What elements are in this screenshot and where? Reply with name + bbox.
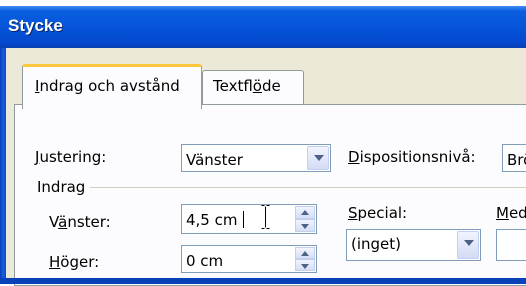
by-input[interactable] <box>496 229 526 261</box>
alignment-select[interactable]: Vänster <box>181 144 331 172</box>
indent-left-value: 4,5 cm <box>186 211 238 229</box>
text-caret <box>243 211 244 228</box>
spin-down-button[interactable] <box>295 259 315 271</box>
spin-up-down-icon[interactable] <box>295 247 315 271</box>
spin-up-button[interactable] <box>295 247 315 259</box>
window-title: Stycke <box>8 16 63 35</box>
special-label: Special: <box>348 204 408 222</box>
spin-down-button[interactable] <box>295 219 315 232</box>
window-frame-bottom <box>0 278 526 284</box>
chevron-down-icon[interactable] <box>307 146 329 170</box>
indent-group-label: Indrag <box>37 178 86 196</box>
tab-text-flow[interactable]: Textflöde <box>202 70 304 104</box>
indent-right-value: 0 cm <box>186 252 224 270</box>
tab-label: Textflöde <box>213 77 281 95</box>
indent-right-label: Höger: <box>49 253 100 271</box>
tab-label: Indrag och avstånd <box>35 77 180 95</box>
title-bar[interactable]: Stycke <box>0 6 526 48</box>
window-frame-left <box>0 48 6 284</box>
by-label: Med <box>496 204 526 222</box>
special-value: (inget) <box>351 235 402 253</box>
alignment-label: Justering: <box>35 148 107 166</box>
tab-indents-and-spacing[interactable]: Indrag och avstånd <box>22 64 202 109</box>
group-divider <box>90 187 526 188</box>
indent-right-input[interactable]: 0 cm <box>181 245 317 273</box>
outline-level-value: Brö <box>507 151 526 169</box>
outline-level-select[interactable]: Brö <box>502 144 526 172</box>
alignment-value: Vänster <box>186 151 243 169</box>
ibeam-cursor-icon <box>261 205 270 229</box>
indent-left-label: Vänster: <box>49 213 111 231</box>
indent-left-input[interactable]: 4,5 cm <box>181 204 317 234</box>
spin-up-button[interactable] <box>295 206 315 219</box>
outline-level-label: Dispositionsnivå: <box>348 148 476 166</box>
chevron-down-icon[interactable] <box>457 231 479 259</box>
spin-up-down-icon[interactable] <box>295 206 315 232</box>
special-select[interactable]: (inget) <box>346 229 481 261</box>
